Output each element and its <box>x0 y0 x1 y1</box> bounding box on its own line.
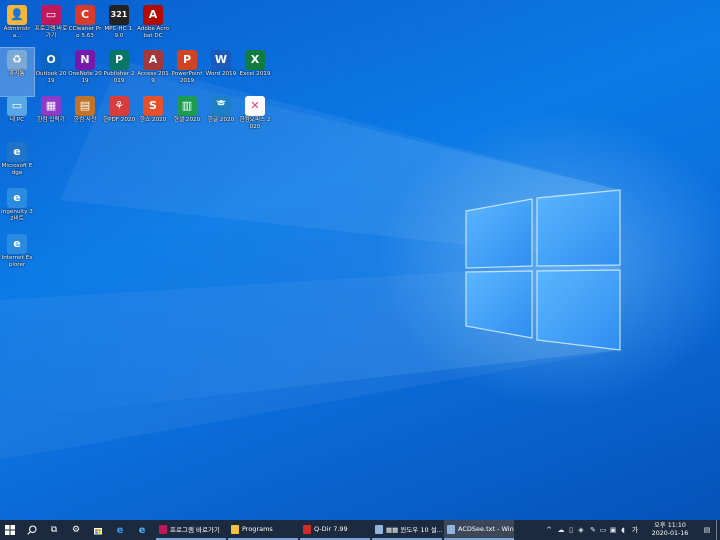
clock[interactable]: 오후 11:10 2020-01-16 <box>648 522 692 538</box>
mpc-hc-icon: 321 <box>109 5 129 25</box>
tray-chevron-button[interactable]: ^ <box>544 520 554 540</box>
internet-explorer-icon: e <box>138 524 146 536</box>
tray-network[interactable]: ▣ <box>608 520 618 540</box>
notifications-button[interactable]: ▤ <box>700 520 714 540</box>
notepad-icon <box>375 524 383 534</box>
store-button[interactable] <box>88 520 108 540</box>
folder-icon <box>231 524 239 534</box>
desktop-icon-outlook[interactable]: O Outlook 2019 <box>34 48 68 96</box>
settings-button[interactable]: ⚙ <box>66 520 86 540</box>
ie-taskbar-button[interactable]: e <box>132 520 152 540</box>
notepad-icon <box>447 524 455 534</box>
internet-explorer-icon: e <box>7 234 27 254</box>
ime-indicator[interactable]: 가 <box>628 520 642 540</box>
hancom-cell-icon: ▥ <box>177 96 197 116</box>
desktop-icon-word[interactable]: W Word 2019 <box>204 48 238 96</box>
desktop-icon-ie-32bit[interactable]: e Ingenuity 32비트 <box>0 186 34 234</box>
powerpoint-icon: P <box>177 50 197 70</box>
desktop-icon-hancom-hangul[interactable]: ᄒ 한글 2020 <box>204 94 238 142</box>
onenote-icon: N <box>75 50 95 70</box>
internet-explorer-32bit-icon: e <box>7 188 27 208</box>
tv-shortcut-icon: ▭ <box>41 5 61 25</box>
clock-time: 오후 11:10 <box>654 522 686 529</box>
desktop-icon-excel[interactable]: X Excel 2019 <box>238 48 272 96</box>
tray-volume[interactable]: ◖ <box>618 520 628 540</box>
display-icon: ▯ <box>569 526 573 534</box>
task-notepad-windows10[interactable]: ▦▦ 윈도우 10 설... <box>372 520 442 540</box>
volume-icon: ◖ <box>621 526 625 534</box>
desktop-icon-publisher[interactable]: P Publisher 2019 <box>102 48 136 96</box>
search-icon <box>27 525 37 535</box>
desktop-icon-powerpoint[interactable]: P PowerPoint 2019 <box>170 48 204 96</box>
task-program-shortcut[interactable]: 프로그램 바로가기 <box>156 520 226 540</box>
tray-shield[interactable]: ◈ <box>576 520 586 540</box>
desktop-icon-program-shortcut[interactable]: ▭ 프로그램 바로가기 <box>34 3 68 51</box>
task-qdir[interactable]: Q-Dir 7.99 <box>300 520 370 540</box>
desktop-icon-onenote[interactable]: N OneNote 2019 <box>68 48 102 96</box>
user-folder-icon: 👤 <box>7 5 27 25</box>
settings-gear-icon: ⚙ <box>71 525 81 535</box>
desktop-icon-internet-explorer[interactable]: e Internet Explorer <box>0 232 34 280</box>
recycle-bin-icon: ♻ <box>7 50 27 70</box>
tray-display[interactable]: ▯ <box>566 520 576 540</box>
network-icon: ▣ <box>609 526 617 534</box>
task-notepad-acdsee[interactable]: ACDSee.txt - Wind... <box>444 520 514 540</box>
desktop-icon-hancom-pdf[interactable]: ⚘ 한PDF 2020 <box>102 94 136 142</box>
task-view-icon: ⧉ <box>50 525 58 535</box>
tray-tools[interactable]: ✎ <box>588 520 598 540</box>
desktop-icon-acrobat[interactable]: A Adobe Acrobat DC <box>136 3 170 51</box>
desktop-icon-hancom-dictionary[interactable]: ▤ 한컴 사전 <box>68 94 102 142</box>
tv-shortcut-icon <box>159 524 167 534</box>
acrobat-icon: A <box>143 5 163 25</box>
desktop-icon-edge[interactable]: e Microsoft Edge <box>0 140 34 188</box>
hancom-pdf-icon: ⚘ <box>109 96 129 116</box>
tools-icon: ✎ <box>590 526 596 534</box>
this-pc-icon: ▭ <box>7 96 27 116</box>
desktop-icon-hancom-cell[interactable]: ▥ 한셀 2020 <box>170 94 204 142</box>
edge-icon: e <box>116 524 124 536</box>
hancom-input-icon: ▦ <box>41 96 61 116</box>
search-button[interactable] <box>22 520 42 540</box>
clock-date: 2020-01-16 <box>651 530 689 537</box>
desktop-icon-hancom-office[interactable]: ✕ 한컴오피스 2020 <box>238 94 272 142</box>
publisher-icon: P <box>109 50 129 70</box>
notification-icon: ▤ <box>703 526 711 534</box>
ccleaner-icon: C <box>75 5 95 25</box>
desktop-icon-hancom-show[interactable]: S 한쇼 2020 <box>136 94 170 142</box>
hancom-dictionary-icon: ▤ <box>75 96 95 116</box>
desktop-icon-administrator[interactable]: 👤 Administra... <box>0 3 34 51</box>
desktop-icon-hancom-input[interactable]: ▦ 한컴 입력기 <box>34 94 68 142</box>
tray-onedrive[interactable]: ☁ <box>556 520 566 540</box>
desktop: 👤 Administra... ♻ 휴지통 ▭ 내 PC e Microsoft… <box>0 0 720 520</box>
excel-icon: X <box>245 50 265 70</box>
onedrive-icon: ☁ <box>557 526 565 534</box>
chevron-up-icon: ^ <box>546 526 552 534</box>
edge-icon: e <box>7 142 27 162</box>
desktop-icon-this-pc[interactable]: ▭ 내 PC <box>0 94 34 142</box>
show-desktop-button[interactable] <box>716 520 720 540</box>
task-programs-folder[interactable]: Programs <box>228 520 298 540</box>
tray-keyboard[interactable]: ▭ <box>598 520 608 540</box>
desktop-icon-ccleaner[interactable]: C CCleaner Pro 5.63 <box>68 3 102 51</box>
word-icon: W <box>211 50 231 70</box>
windows-start-icon <box>5 525 15 535</box>
qdir-icon <box>303 524 311 534</box>
desktop-icon-mpc-hc[interactable]: 321 MPC-HC 1.9.0 <box>102 3 136 51</box>
hancom-hangul-icon: ᄒ <box>211 96 231 116</box>
task-view-button[interactable]: ⧉ <box>44 520 64 540</box>
outlook-icon: O <box>41 50 61 70</box>
keyboard-icon: ▭ <box>599 526 607 534</box>
shield-icon: ◈ <box>578 526 584 534</box>
desktop-icon-access[interactable]: A Access 2019 <box>136 48 170 96</box>
taskbar: ⧉ ⚙ e e 프로그램 바로가기 Programs Q-Dir 7.99 ▦▦… <box>0 520 720 540</box>
desktop-icon-recycle-bin[interactable]: ♻ 휴지통 <box>0 47 35 97</box>
edge-taskbar-button[interactable]: e <box>110 520 130 540</box>
hancom-show-icon: S <box>143 96 163 116</box>
store-icon <box>94 528 102 535</box>
access-icon: A <box>143 50 163 70</box>
start-button[interactable] <box>0 520 20 540</box>
hancom-office-icon: ✕ <box>245 96 265 116</box>
